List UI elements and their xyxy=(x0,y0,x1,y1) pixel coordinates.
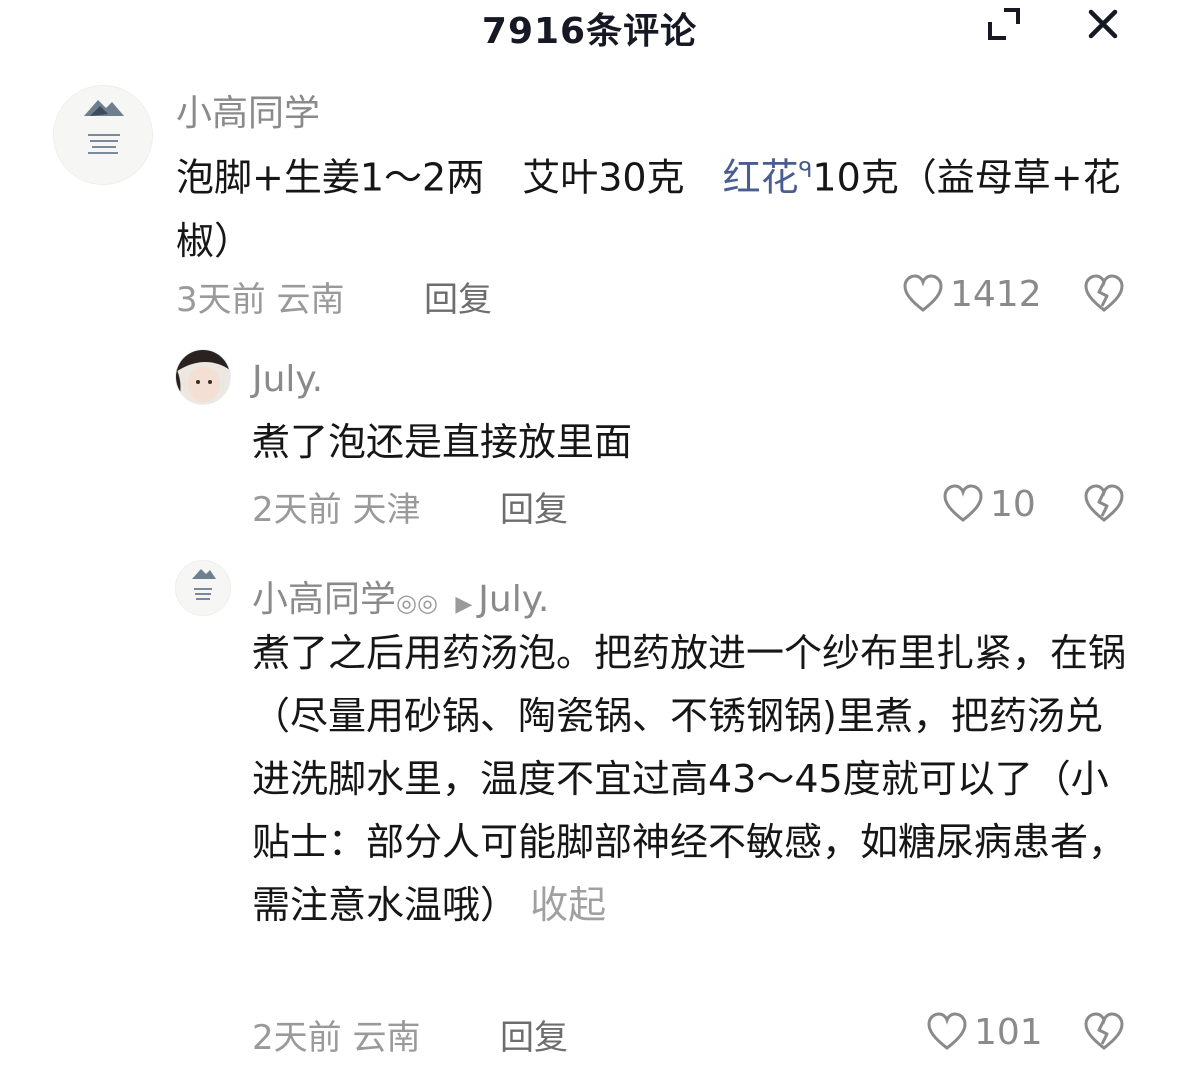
comments-panel: 7916条评论 小高同学 泡脚+生姜1～2两 艾叶30克 红花ᑫ10克（益母草+… xyxy=(0,0,1179,1069)
like-button[interactable]: 1412 xyxy=(902,272,1042,316)
dislike-button[interactable] xyxy=(1082,1010,1126,1054)
reply-username-text: 小高同学 xyxy=(252,579,397,620)
comment-time: 3天前 xyxy=(176,280,266,320)
reply-time: 2天前 xyxy=(252,1018,342,1058)
reply-text: 煮了泡还是直接放里面 xyxy=(252,420,633,464)
reply-meta: 2天前 天津 xyxy=(252,482,420,531)
reply-button[interactable]: 回复 xyxy=(424,272,492,321)
broken-heart-icon xyxy=(1084,1012,1124,1050)
search-icon[interactable]: ᑫ xyxy=(799,158,813,183)
reply-time: 2天前 xyxy=(252,490,342,530)
like-count: 10 xyxy=(990,483,1036,525)
comment-text: 泡脚+生姜1～2两 艾叶30克 红花ᑫ10克（益母草+花椒） xyxy=(176,139,1126,273)
dislike-button[interactable] xyxy=(1082,272,1126,316)
reply-button[interactable]: 回复 xyxy=(500,482,568,531)
close-icon[interactable] xyxy=(1083,4,1123,44)
reply-text: 煮了之后用药汤泡。把药放进一个纱布里扎紧，在锅（尽量用砂锅、陶瓷锅、不锈钢锅)里… xyxy=(252,622,1132,937)
reply-button[interactable]: 回复 xyxy=(500,1010,568,1059)
reply-location: 云南 xyxy=(352,1018,421,1058)
like-count: 1412 xyxy=(950,273,1042,315)
comments-header: 7916条评论 xyxy=(0,0,1179,52)
avatar[interactable] xyxy=(53,85,153,185)
comment-location: 云南 xyxy=(276,280,345,320)
collapse-button[interactable]: 收起 xyxy=(530,883,606,927)
reply-username[interactable]: July. xyxy=(252,359,323,400)
broken-heart-icon xyxy=(1084,484,1124,522)
reply-username[interactable]: 小高同学◎◎ ▶ July. xyxy=(252,570,549,622)
comment-text-part: 泡脚+生姜1～2两 艾叶30克 xyxy=(176,155,723,200)
expand-icon[interactable] xyxy=(984,4,1024,44)
reply-meta: 2天前 云南 xyxy=(252,1010,420,1059)
reply-to-username[interactable]: July. xyxy=(478,579,549,620)
reply-text-content: 煮了之后用药汤泡。把药放进一个纱布里扎紧，在锅（尽量用砂锅、陶瓷锅、不锈钢锅)里… xyxy=(252,631,1127,927)
heart-icon xyxy=(927,1012,967,1050)
heart-icon xyxy=(943,484,983,522)
like-count: 101 xyxy=(974,1011,1043,1053)
reply-location: 天津 xyxy=(352,490,421,530)
comment-username[interactable]: 小高同学 xyxy=(176,84,320,136)
search-highlight-link[interactable]: 红花 xyxy=(723,156,799,200)
username-suffix: ◎◎ xyxy=(396,589,438,617)
like-button[interactable]: 101 xyxy=(926,1010,1043,1054)
avatar[interactable] xyxy=(175,560,231,616)
reply-arrow-icon: ▶ xyxy=(455,592,473,617)
avatar[interactable] xyxy=(175,349,231,405)
dislike-button[interactable] xyxy=(1082,482,1126,526)
heart-icon xyxy=(903,274,943,312)
broken-heart-icon xyxy=(1084,274,1124,312)
like-button[interactable]: 10 xyxy=(942,482,1036,526)
comment-meta: 3天前 云南 xyxy=(176,272,344,321)
